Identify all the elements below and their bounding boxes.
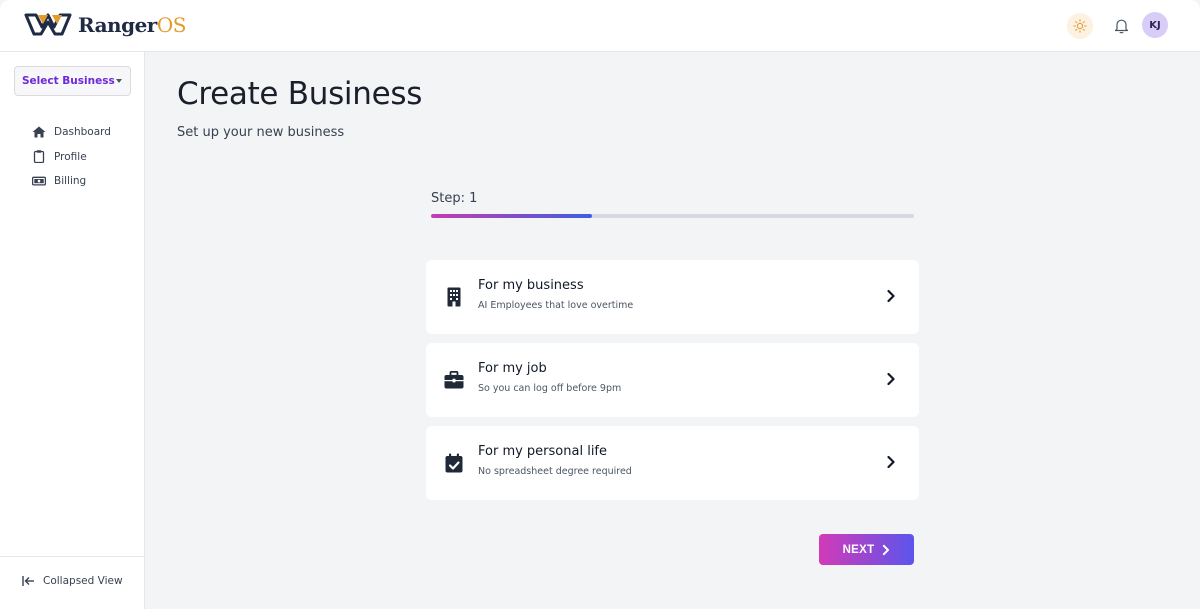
option-title: For my business: [478, 278, 584, 293]
theme-toggle-button[interactable]: [1067, 13, 1093, 39]
business-select[interactable]: Select Business: [14, 66, 131, 96]
briefcase-icon: [444, 370, 464, 390]
sidebar-item-dashboard[interactable]: Dashboard: [32, 120, 111, 145]
page-subtitle: Set up your new business: [177, 125, 345, 140]
option-personal-life[interactable]: For my personal life No spreadsheet degr…: [426, 426, 919, 500]
chevron-right-icon: [883, 544, 890, 555]
next-button-label: NEXT: [842, 543, 875, 556]
option-job[interactable]: For my job So you can log off before 9pm: [426, 343, 919, 417]
notifications-button[interactable]: [1108, 13, 1134, 39]
clipboard-icon: [33, 150, 45, 164]
collapse-label: Collapsed View: [43, 575, 123, 587]
page-title: Create Business: [177, 76, 423, 112]
step-label: Step: 1: [431, 191, 478, 206]
sidebar-divider: [0, 556, 144, 557]
top-bar: RangerOS KJ: [0, 0, 1200, 52]
option-title: For my personal life: [478, 444, 608, 459]
sidebar-item-label: Billing: [54, 175, 87, 188]
app-brand: RangerOS: [78, 13, 186, 37]
option-description: AI Employees that love overtime: [478, 300, 634, 311]
building-icon: [444, 287, 464, 307]
ranger-logo-icon: [24, 13, 72, 36]
option-business[interactable]: For my business AI Employees that love o…: [426, 260, 919, 334]
sun-icon: [1073, 19, 1087, 33]
money-icon: [32, 176, 46, 186]
sidebar-item-label: Dashboard: [54, 126, 111, 139]
option-description: So you can log off before 9pm: [478, 383, 622, 394]
business-select-label: Select Business: [22, 75, 115, 87]
chevron-right-icon: [887, 289, 895, 303]
caret-down-icon: [116, 79, 122, 83]
chevron-right-icon: [887, 372, 895, 386]
option-description: No spreadsheet degree required: [478, 466, 632, 477]
collapse-arrow-icon: [22, 576, 34, 586]
chevron-right-icon: [887, 455, 895, 469]
sidebar-nav: Dashboard Profile Billing: [32, 120, 111, 194]
sidebar-item-profile[interactable]: Profile: [32, 145, 111, 170]
collapse-sidebar-button[interactable]: Collapsed View: [22, 575, 123, 587]
sidebar-item-billing[interactable]: Billing: [32, 169, 111, 194]
calendar-check-icon: [444, 453, 464, 473]
brand-suffix: OS: [156, 13, 187, 37]
app-logo[interactable]: RangerOS: [24, 12, 186, 38]
sidebar-item-label: Profile: [54, 150, 87, 163]
option-title: For my job: [478, 361, 547, 376]
bell-icon: [1114, 19, 1128, 34]
next-button[interactable]: NEXT: [819, 534, 914, 565]
step-progress-fill: [431, 214, 592, 218]
user-avatar[interactable]: KJ: [1142, 12, 1168, 38]
home-icon: [32, 126, 46, 138]
sidebar: Select Business Dashboard Profile Billin…: [0, 52, 145, 609]
step-progress-bar: [431, 214, 914, 218]
brand-name: Ranger: [78, 13, 157, 37]
